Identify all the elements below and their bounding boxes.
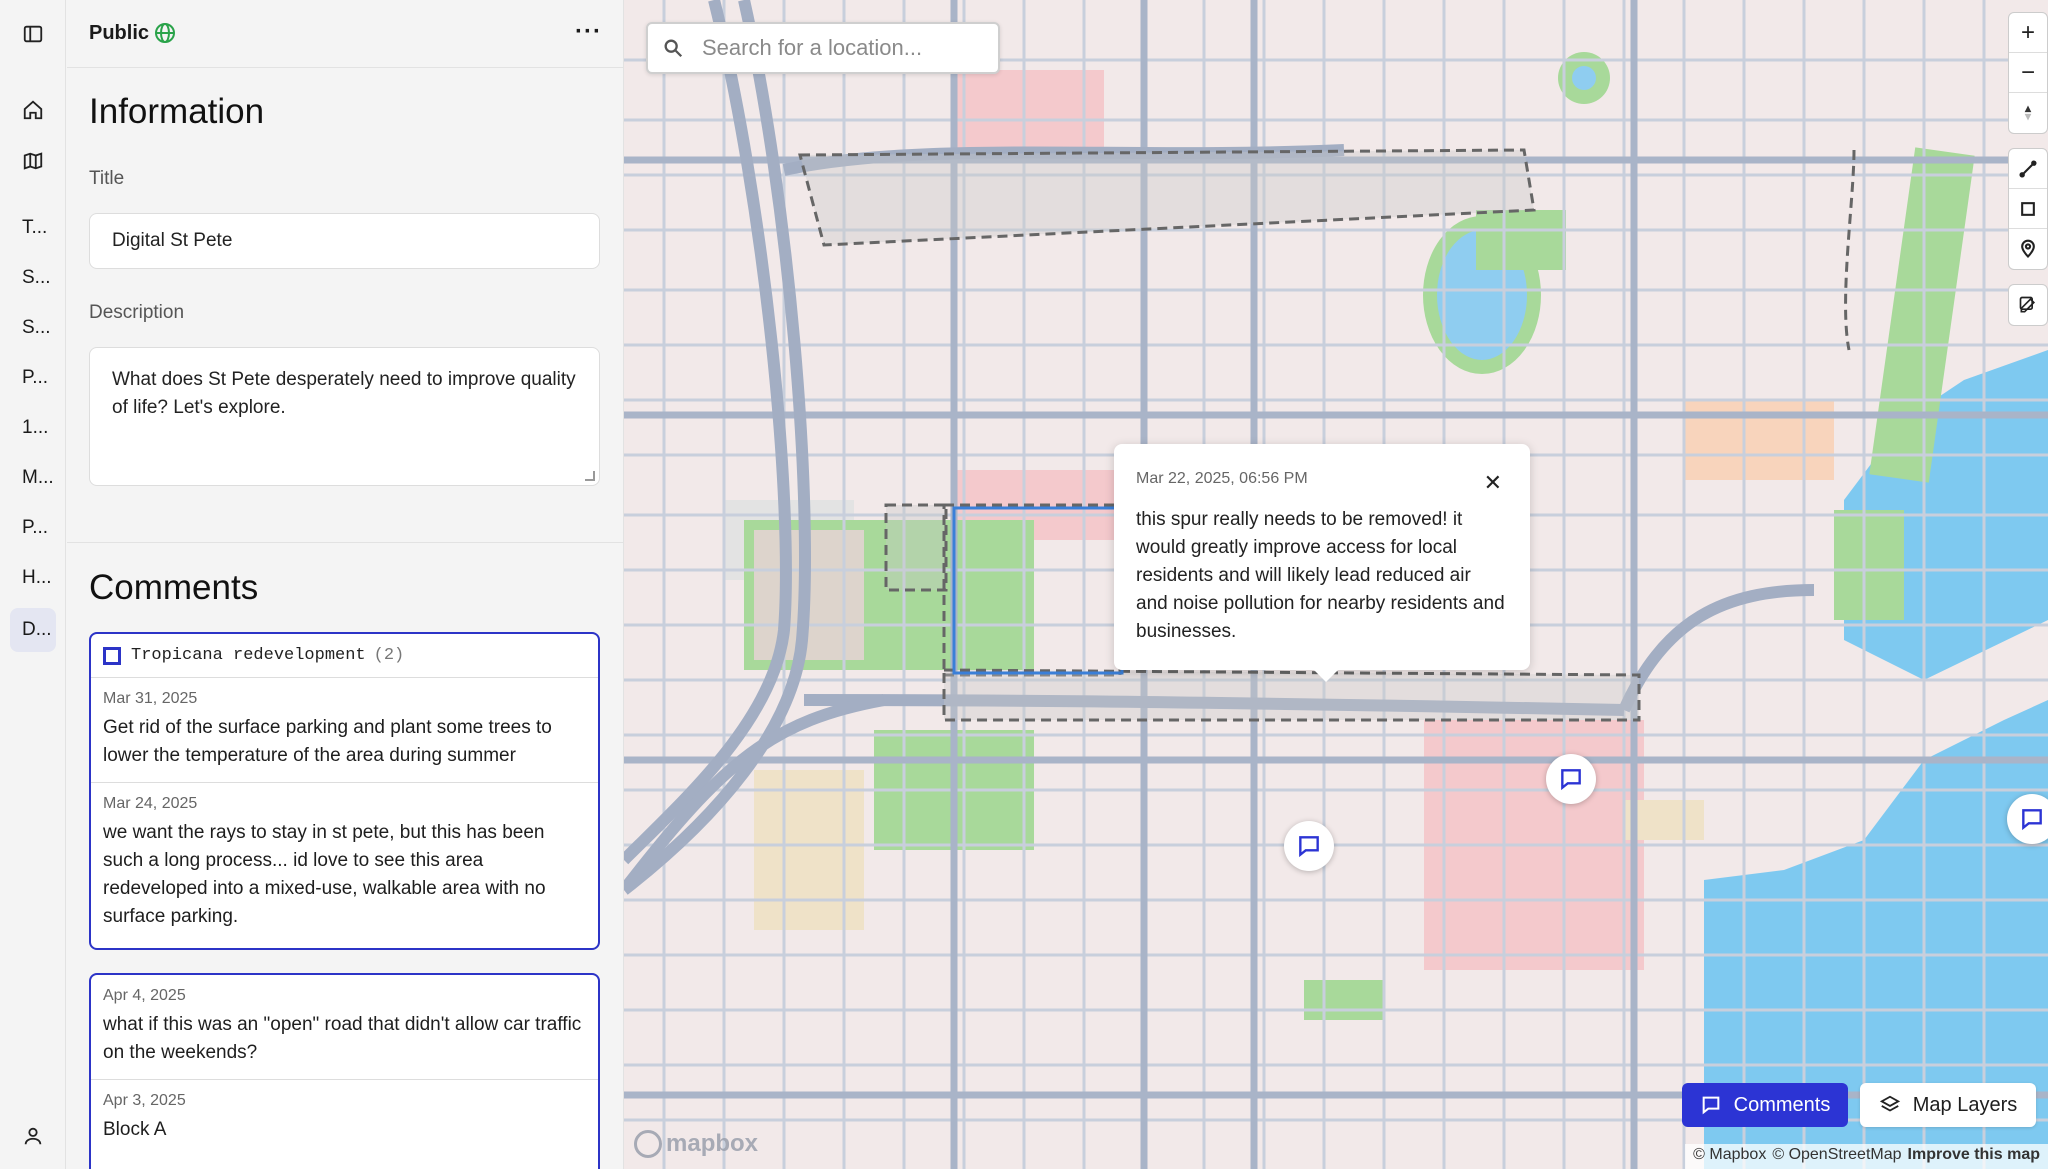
search-icon	[664, 39, 683, 58]
comment-count: (2)	[373, 646, 405, 665]
close-icon[interactable]: ✕	[1484, 470, 1502, 496]
rail-item-7[interactable]: P...	[10, 506, 56, 550]
comment-text: what if this was an "open" road that did…	[103, 1014, 582, 1063]
attribution: © Mapbox © OpenStreetMap Improve this ma…	[1685, 1144, 2048, 1169]
comments-button[interactable]: Comments	[1682, 1083, 1848, 1127]
comments-heading: Comments	[89, 568, 259, 607]
mapbox-attribution-link[interactable]: © Mapbox	[1693, 1146, 1766, 1167]
mapbox-logo-text: mapbox	[666, 1130, 759, 1157]
divider	[67, 542, 623, 543]
comment-group[interactable]: Apr 4, 2025 what if this was an "open" r…	[89, 973, 600, 1169]
comment-item[interactable]: Mar 31, 2025 Get rid of the surface park…	[91, 678, 598, 783]
edit-controls	[2008, 284, 2048, 326]
map-layers-label: Map Layers	[1912, 1093, 2018, 1116]
comment-text: Block A	[103, 1119, 167, 1140]
draw-polygon-icon[interactable]	[2009, 189, 2047, 229]
comment-date: Apr 3, 2025	[103, 1092, 186, 1109]
location-search[interactable]	[646, 22, 1000, 74]
comment-text: we want the rays to stay in st pete, but…	[103, 822, 546, 927]
title-label: Title	[89, 168, 125, 189]
map-view[interactable]: + − Mar 22, 2025, 06:56 PM ✕ this spur r…	[624, 0, 2048, 1169]
description-text: What does St Pete desperately need to im…	[112, 369, 576, 418]
details-panel: Public ··· Information Title Digital St …	[67, 0, 624, 1169]
rail-item-1[interactable]: T...	[10, 206, 56, 250]
comment-icon	[1702, 1096, 1719, 1115]
compass-arrow-icon	[2024, 105, 2032, 121]
zoom-out-icon[interactable]: −	[2009, 53, 2047, 93]
rail-item-8[interactable]: H...	[10, 556, 56, 600]
osm-attribution-link[interactable]: © OpenStreetMap	[1772, 1146, 1901, 1167]
title-field[interactable]: Digital St Pete	[89, 213, 600, 269]
popup-text: this spur really needs to be removed! it…	[1136, 509, 1505, 642]
comment-popup: Mar 22, 2025, 06:56 PM ✕ this spur reall…	[1114, 444, 1530, 682]
comment-date: Mar 24, 2025	[103, 795, 198, 812]
comment-group-header[interactable]: Tropicana redevelopment (2)	[91, 634, 598, 678]
draw-point-icon[interactable]	[2009, 229, 2047, 269]
description-field[interactable]: What does St Pete desperately need to im…	[89, 347, 600, 486]
information-heading: Information	[89, 92, 265, 131]
comments-button-label: Comments	[1733, 1093, 1831, 1116]
map-layers-button[interactable]: Map Layers	[1860, 1083, 2036, 1127]
comment-item[interactable]: Apr 3, 2025 Block A	[91, 1080, 598, 1156]
search-input[interactable]	[702, 35, 982, 61]
home-icon[interactable]	[10, 88, 56, 132]
globe-icon	[155, 23, 175, 43]
improve-map-link[interactable]: Improve this map	[1908, 1146, 2040, 1167]
draw-controls	[2008, 148, 2048, 270]
rail-item-2[interactable]: S...	[10, 256, 56, 300]
comment-date: Mar 31, 2025	[103, 690, 198, 707]
mapbox-logo-icon	[634, 1130, 662, 1158]
rail-item-5[interactable]: 1...	[10, 406, 56, 450]
zoom-in-icon[interactable]: +	[2009, 13, 2047, 53]
description-label: Description	[89, 302, 185, 323]
user-icon[interactable]	[10, 1114, 56, 1158]
layers-icon	[1879, 1095, 1900, 1112]
comment-text: Get rid of the surface parking and plant…	[103, 717, 552, 766]
toggle-sidebar-icon[interactable]	[10, 12, 56, 56]
district	[754, 770, 864, 930]
park	[1476, 210, 1566, 270]
comment-item[interactable]: Apr 4, 2025 what if this was an "open" r…	[91, 975, 598, 1080]
comment-group-title: Tropicana redevelopment	[131, 646, 366, 665]
rail-item-4[interactable]: P...	[10, 356, 56, 400]
comment-pin-icon[interactable]	[1546, 754, 1596, 804]
zoom-controls: + −	[2008, 12, 2048, 134]
rail-item-6[interactable]: M...	[10, 456, 56, 500]
visibility-label: Public	[89, 22, 150, 44]
mapbox-logo[interactable]: mapbox	[634, 1130, 758, 1158]
popup-date: Mar 22, 2025, 06:56 PM	[1136, 470, 1308, 487]
park	[1834, 510, 1904, 620]
resize-handle[interactable]	[585, 471, 595, 481]
compass-icon[interactable]	[2009, 93, 2047, 133]
comment-group[interactable]: Tropicana redevelopment (2) Mar 31, 2025…	[89, 632, 600, 950]
panel-header: Public ···	[67, 0, 623, 68]
draw-line-icon[interactable]	[2009, 149, 2047, 189]
polygon-square-icon	[103, 646, 121, 665]
comment-item[interactable]: Mar 24, 2025 we want the rays to stay in…	[91, 783, 598, 943]
rail-item-9[interactable]: D...	[10, 608, 56, 652]
comment-date: Apr 4, 2025	[103, 987, 186, 1004]
edit-icon[interactable]	[2009, 285, 2047, 325]
pond	[1572, 66, 1596, 90]
map-icon[interactable]	[10, 139, 56, 183]
more-options-icon[interactable]: ···	[575, 18, 602, 46]
left-rail: T... S... S... P... 1... M... P... H... …	[0, 0, 66, 1169]
district	[954, 70, 1104, 150]
park	[1304, 980, 1384, 1020]
comment-pin-icon[interactable]	[1284, 821, 1334, 871]
rail-item-3[interactable]: S...	[10, 306, 56, 350]
